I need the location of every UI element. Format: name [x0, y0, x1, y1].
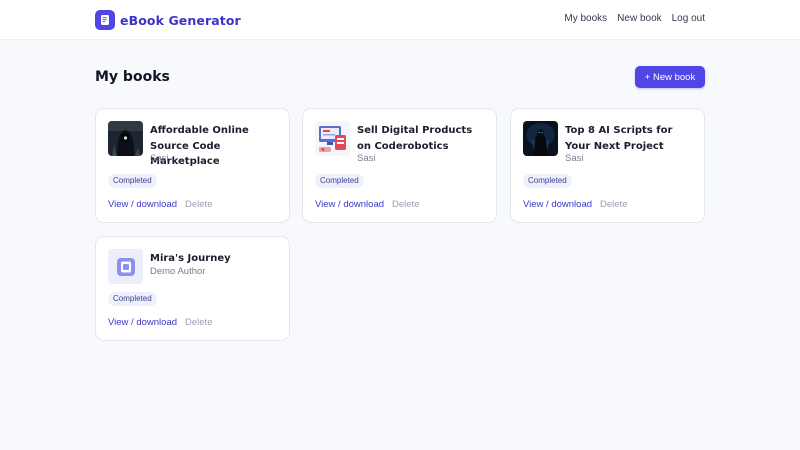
- book-title: Sell Digital Products on Coderobotics: [357, 125, 473, 152]
- book-card: Mira's Journey Demo Author Completed Vie…: [95, 236, 290, 341]
- brand[interactable]: eBook Generator: [95, 10, 241, 30]
- delete-link[interactable]: Delete: [600, 199, 627, 210]
- book-title: Affordable Online Source Code Marketplac…: [150, 125, 249, 167]
- book-author: Sasi: [150, 153, 169, 164]
- view-download-link[interactable]: View / download: [315, 199, 384, 210]
- view-download-link[interactable]: View / download: [108, 317, 177, 328]
- book-author: Demo Author: [150, 266, 206, 277]
- view-download-link[interactable]: View / download: [523, 199, 592, 210]
- status-badge: Completed: [315, 174, 364, 188]
- book-author: Sasi: [565, 153, 584, 164]
- book-title: Top 8 AI Scripts for Your Next Project: [565, 125, 673, 152]
- delete-link[interactable]: Delete: [185, 317, 212, 328]
- delete-link[interactable]: Delete: [392, 199, 419, 210]
- app-name: eBook Generator: [120, 12, 241, 28]
- delete-link[interactable]: Delete: [185, 199, 212, 210]
- nav-new-book[interactable]: New book: [617, 13, 661, 24]
- status-badge: Completed: [108, 292, 157, 306]
- page-title: My books: [95, 69, 170, 85]
- digital-products-cover[interactable]: [315, 121, 350, 156]
- top-navbar: eBook Generator My books New book Log ou…: [0, 0, 800, 40]
- nav-log-out[interactable]: Log out: [672, 13, 705, 24]
- status-badge: Completed: [523, 174, 572, 188]
- book-logo-icon: [95, 10, 115, 30]
- book-author: Sasi: [357, 153, 376, 164]
- top-nav: My books New book Log out: [564, 13, 705, 24]
- book-title: Mira's Journey: [150, 253, 231, 264]
- book-card: Affordable Online Source Code Marketplac…: [95, 108, 290, 223]
- hooded-figure-cover[interactable]: [108, 121, 143, 156]
- book-card: Sell Digital Products on Coderobotics Sa…: [302, 108, 497, 223]
- new-book-button[interactable]: + New book: [635, 66, 705, 88]
- view-download-link[interactable]: View / download: [108, 199, 177, 210]
- nav-my-books[interactable]: My books: [564, 13, 607, 24]
- book-placeholder-icon[interactable]: [108, 249, 143, 284]
- dark-warrior-cover[interactable]: [523, 121, 558, 156]
- status-badge: Completed: [108, 174, 157, 188]
- book-card: Top 8 AI Scripts for Your Next Project S…: [510, 108, 705, 223]
